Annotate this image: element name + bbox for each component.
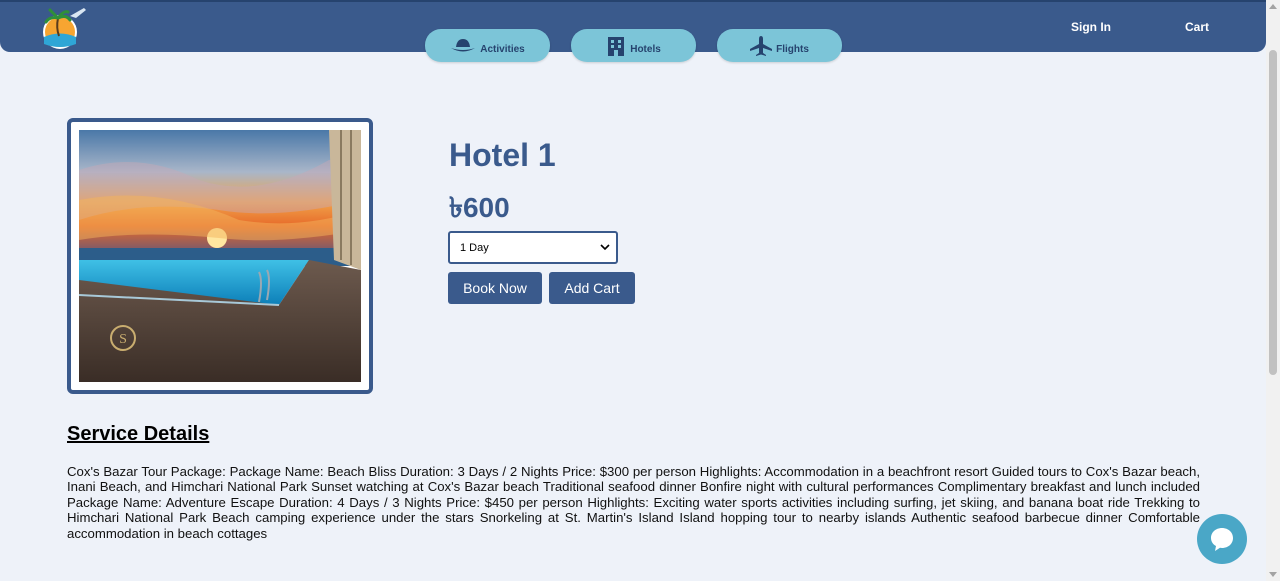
chevron-down-icon [600,244,610,251]
site-logo[interactable] [40,4,90,52]
page-scrollbar[interactable] [1266,0,1280,581]
book-now-button[interactable]: Book Now [448,272,542,304]
hotel-price: ৳600 [449,192,510,223]
cart-link[interactable]: Cart [1185,20,1209,34]
tab-hotels-label: Hotels [630,44,661,55]
scroll-thumb[interactable] [1269,50,1277,375]
scroll-down-icon[interactable] [1269,572,1277,577]
service-details-heading: Service Details [67,423,210,445]
chat-button[interactable] [1197,514,1247,564]
top-navbar: Activities Hotels Flights Sign In Cart [0,0,1266,62]
duration-selected-value: 1 Day [460,241,489,254]
scroll-up-icon[interactable] [1269,4,1277,9]
svg-text:S: S [119,332,127,347]
hotel-photo: S [79,130,361,382]
tab-activities[interactable]: Activities [425,29,550,62]
tab-flights-label: Flights [776,44,809,55]
sign-in-link[interactable]: Sign In [1071,20,1111,34]
building-icon [608,36,625,56]
hat-icon [451,38,476,51]
chat-bubble-icon [1211,528,1233,551]
tab-activities-label: Activities [480,44,525,55]
service-details-text: Cox's Bazar Tour Package: Package Name: … [67,464,1200,541]
duration-select[interactable]: 1 Day [448,231,618,264]
hotel-title: Hotel 1 [449,137,556,173]
tab-hotels[interactable]: Hotels [571,29,696,62]
add-cart-button[interactable]: Add Cart [549,272,635,304]
hotel-image-frame: S [67,118,373,394]
plane-icon [750,35,773,56]
tab-flights[interactable]: Flights [717,29,842,62]
